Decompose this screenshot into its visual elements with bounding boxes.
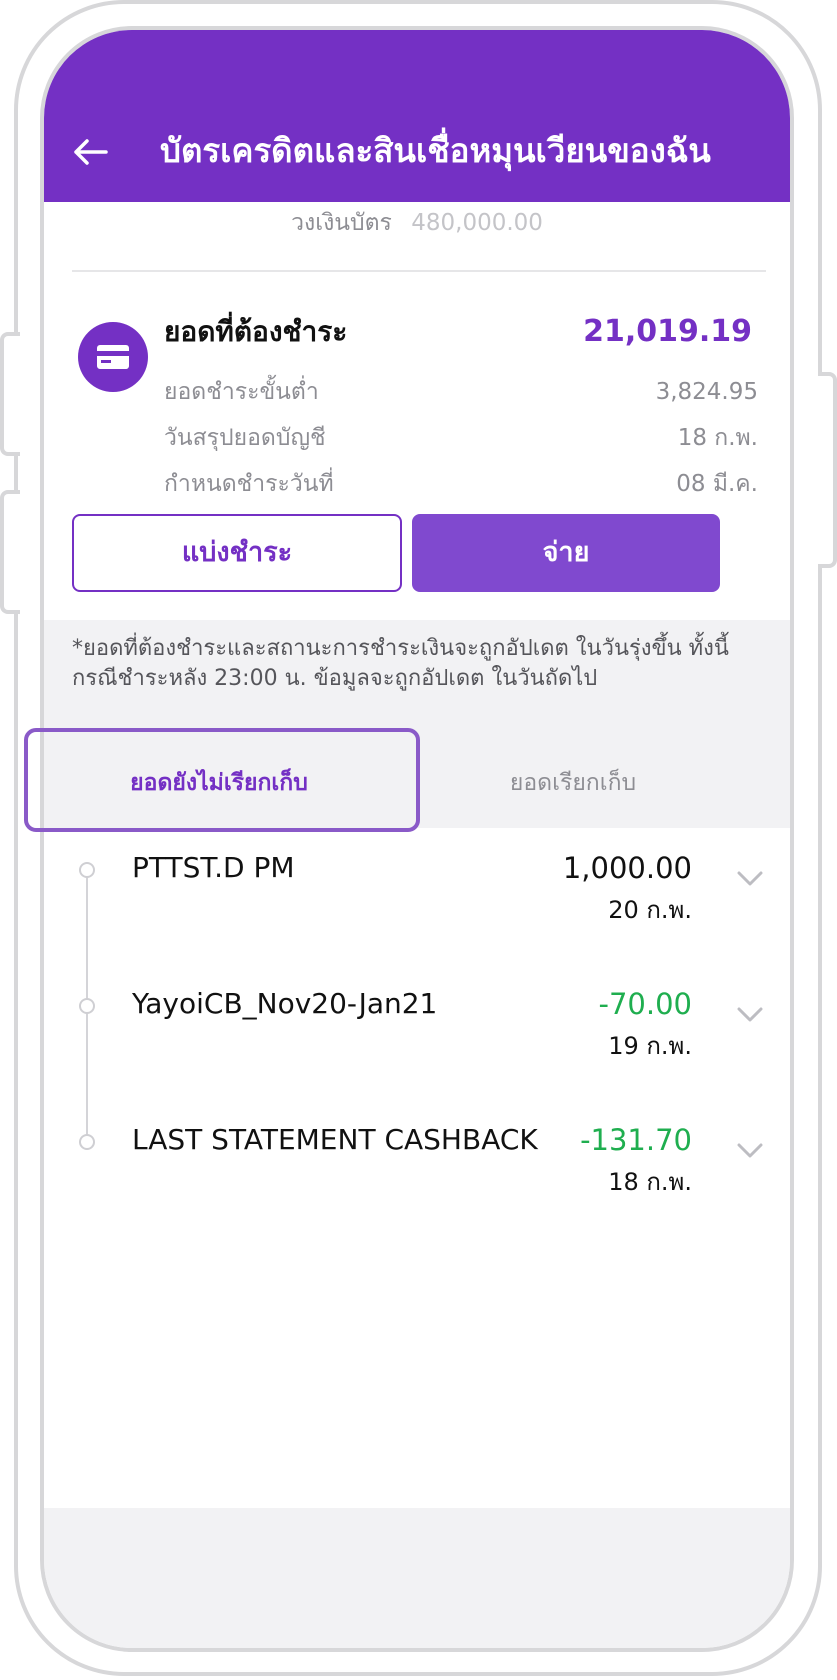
transaction-row[interactable]: LAST STATEMENT CASHBACK -131.70 18 ก.พ.: [44, 1120, 790, 1240]
transaction-row[interactable]: YayoiCB_Nov20-Jan21 -70.00 19 ก.พ.: [44, 984, 790, 1104]
transaction-date: 20 ก.พ.: [608, 896, 692, 924]
due-date-row: กำหนดชำระวันที่ 08 มี.ค.: [164, 466, 758, 502]
transaction-name: LAST STATEMENT CASHBACK: [132, 1123, 538, 1156]
page-title: บัตรเครดิตและสินเชื่อหมุนเวียนของฉัน: [160, 131, 711, 170]
amount-due-value: 21,019.19: [583, 314, 752, 349]
transaction-row[interactable]: PTTST.D PM 1,000.00 20 ก.พ.: [44, 848, 790, 968]
chevron-down-icon[interactable]: [736, 1142, 764, 1160]
app-header: บัตรเครดิตและสินเชื่อหมุนเวียนของฉัน: [44, 30, 790, 202]
minimum-payment-value: 3,824.95: [655, 379, 758, 405]
transaction-date: 19 ก.พ.: [608, 1032, 692, 1060]
transaction-name: YayoiCB_Nov20-Jan21: [132, 987, 438, 1020]
app-screen: บัตรเครดิตและสินเชื่อหมุนเวียนของฉัน วงเ…: [40, 26, 794, 1652]
minimum-payment-row: ยอดชำระขั้นต่ำ 3,824.95: [164, 374, 758, 410]
active-tab-indicator: [44, 828, 394, 832]
transaction-amount: 1,000.00: [562, 851, 692, 885]
transaction-name: PTTST.D PM: [132, 851, 295, 884]
due-date-value: 08 มี.ค.: [676, 471, 758, 497]
divider: [72, 270, 766, 272]
phone-power-button: [818, 372, 837, 568]
chevron-down-icon[interactable]: [736, 870, 764, 888]
credit-limit-value: 480,000.00: [411, 210, 543, 236]
payment-note-text: *ยอดที่ต้องชำระและสถานะการชำระเงินจะถูกอ…: [72, 636, 729, 691]
credit-card-icon: [78, 322, 148, 392]
statement-date-value: 18 ก.พ.: [677, 425, 758, 451]
credit-limit-row: วงเงินบัตร 480,000.00: [44, 206, 790, 240]
transaction-date: 18 ก.พ.: [608, 1168, 692, 1196]
transaction-amount: -131.70: [580, 1123, 692, 1157]
tab-unbilled-label: ยอดยังไม่เรียกเก็บ: [130, 770, 308, 796]
phone-volume-up-button: [0, 332, 20, 456]
statement-date-row: วันสรุปยอดบัญชี 18 ก.พ.: [164, 420, 758, 456]
chevron-down-icon[interactable]: [736, 1006, 764, 1024]
footer-bar: [44, 1508, 790, 1648]
credit-limit-label: วงเงินบัตร: [291, 210, 392, 236]
tab-unbilled[interactable]: ยอดยังไม่เรียกเก็บ: [44, 748, 394, 832]
statement-date-label: วันสรุปยอดบัญชี: [164, 425, 326, 451]
tab-billed[interactable]: ยอดเรียกเก็บ: [428, 748, 718, 832]
back-arrow-icon[interactable]: [72, 138, 108, 166]
phone-volume-down-button: [0, 490, 20, 614]
tab-billed-label: ยอดเรียกเก็บ: [509, 770, 637, 796]
due-date-label: กำหนดชำระวันที่: [164, 471, 334, 497]
amount-due-title: ยอดที่ต้องชำระ: [164, 315, 348, 348]
pay-button[interactable]: จ่าย: [412, 514, 720, 592]
minimum-payment-label: ยอดชำระขั้นต่ำ: [164, 379, 319, 405]
tab-bar: ยอดยังไม่เรียกเก็บ ยอดเรียกเก็บ: [44, 748, 790, 832]
transaction-amount: -70.00: [598, 987, 693, 1021]
split-payment-button[interactable]: แบ่งชำระ: [72, 514, 402, 592]
